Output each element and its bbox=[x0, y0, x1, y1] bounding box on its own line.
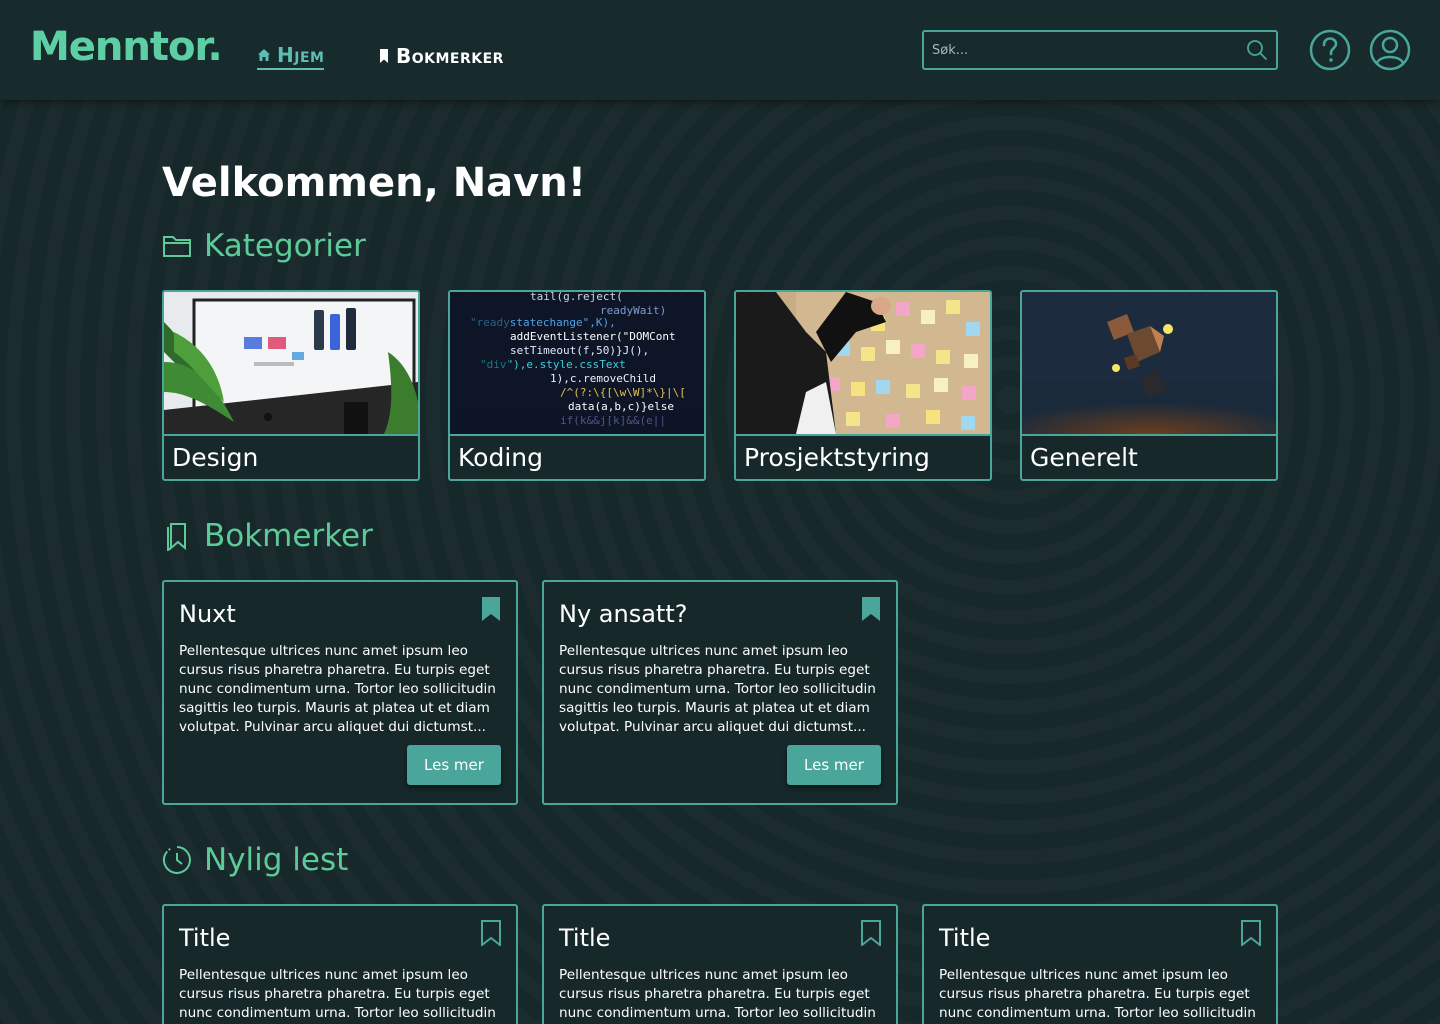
search-input[interactable] bbox=[924, 32, 1224, 68]
help-icon[interactable] bbox=[1309, 29, 1351, 71]
project-board-image bbox=[736, 292, 990, 434]
bookmark-outline-icon[interactable] bbox=[480, 920, 502, 946]
section-categories-title: Kategorier bbox=[204, 228, 366, 264]
svg-text:1),c.removeChild: 1),c.removeChild bbox=[550, 372, 656, 385]
card-text: Pellentesque ultrices nunc amet ipsum le… bbox=[179, 643, 496, 735]
section-categories: Kategorier bbox=[162, 228, 366, 264]
code-image: tail(g.reject( readyWait) "readystatecha… bbox=[450, 292, 704, 434]
card-text: Pellentesque ultrices nunc amet ipsum le… bbox=[179, 967, 496, 1021]
recent-card: Title Pellentesque ultrices nunc amet ip… bbox=[542, 904, 898, 1024]
svg-text:/^(?:\{[\w\W]*\}|\[: /^(?:\{[\w\W]*\}|\[ bbox=[560, 386, 686, 399]
cubes-image bbox=[1022, 292, 1276, 434]
svg-text:tail(g.reject(: tail(g.reject( bbox=[530, 292, 623, 303]
section-bookmarks: Bokmerker bbox=[162, 518, 373, 554]
svg-text:data(a,b,c)}else: data(a,b,c)}else bbox=[568, 400, 674, 413]
top-bar: Menntor. Hjem Bokmerker bbox=[0, 0, 1440, 100]
folder-icon bbox=[163, 236, 191, 257]
bookmark-card: Ny ansatt? Pellentesque ultrices nunc am… bbox=[542, 580, 898, 805]
category-label: Design bbox=[164, 434, 418, 479]
bookmark-card: Nuxt Pellentesque ultrices nunc amet ips… bbox=[162, 580, 518, 805]
clock-icon bbox=[163, 846, 191, 874]
card-title: Title bbox=[179, 924, 231, 952]
card-title: Title bbox=[939, 924, 991, 952]
card-text: Pellentesque ultrices nunc amet ipsum le… bbox=[559, 643, 876, 735]
bookmark-outline-icon bbox=[167, 523, 186, 551]
svg-text:setTimeout(f,50)}J(),: setTimeout(f,50)}J(), bbox=[510, 344, 649, 357]
section-recent: Nylig lest bbox=[162, 842, 348, 878]
bookmark-filled-icon[interactable] bbox=[860, 596, 882, 622]
logo[interactable]: Menntor. bbox=[30, 24, 223, 70]
bookmark-outline-icon[interactable] bbox=[860, 920, 882, 946]
search-icon[interactable] bbox=[1246, 39, 1268, 61]
category-label: Koding bbox=[450, 434, 704, 479]
category-label: Generelt bbox=[1022, 434, 1276, 479]
category-label: Prosjektstyring bbox=[736, 434, 990, 479]
welcome-heading: Velkommen, Navn! bbox=[162, 160, 586, 206]
category-card-koding[interactable]: tail(g.reject( readyWait) "readystatecha… bbox=[448, 290, 706, 481]
home-icon bbox=[258, 49, 270, 61]
bookmark-outline-icon[interactable] bbox=[1240, 920, 1262, 946]
card-title: Ny ansatt? bbox=[559, 600, 688, 628]
design-image bbox=[164, 292, 418, 434]
user-icon[interactable] bbox=[1369, 29, 1411, 71]
bookmark-filled-icon[interactable] bbox=[480, 596, 502, 622]
section-recent-title: Nylig lest bbox=[204, 842, 349, 878]
card-text: Pellentesque ultrices nunc amet ipsum le… bbox=[939, 967, 1256, 1021]
card-text: Pellentesque ultrices nunc amet ipsum le… bbox=[559, 967, 876, 1021]
recent-card: Title Pellentesque ultrices nunc amet ip… bbox=[922, 904, 1278, 1024]
bookmark-icon bbox=[380, 49, 388, 63]
nav-bookmarks-label: Bokmerker bbox=[396, 44, 504, 68]
nav-home-label: Hjem bbox=[277, 43, 325, 67]
card-title: Nuxt bbox=[179, 600, 236, 628]
category-card-prosjektstyring[interactable]: Prosjektstyring bbox=[734, 290, 992, 481]
search-box bbox=[922, 30, 1278, 70]
nav-bookmarks[interactable]: Bokmerker bbox=[378, 42, 504, 70]
read-more-button[interactable]: Les mer bbox=[407, 745, 501, 785]
section-bookmarks-title: Bokmerker bbox=[204, 518, 373, 554]
category-card-generelt[interactable]: Generelt bbox=[1020, 290, 1278, 481]
card-title: Title bbox=[559, 924, 611, 952]
read-more-button[interactable]: Les mer bbox=[787, 745, 881, 785]
nav-home[interactable]: Hjem bbox=[257, 42, 325, 70]
recent-card: Title Pellentesque ultrices nunc amet ip… bbox=[162, 904, 518, 1024]
category-card-design[interactable]: Design bbox=[162, 290, 420, 481]
svg-text:addEventListener("DOMCont: addEventListener("DOMCont bbox=[510, 330, 676, 343]
